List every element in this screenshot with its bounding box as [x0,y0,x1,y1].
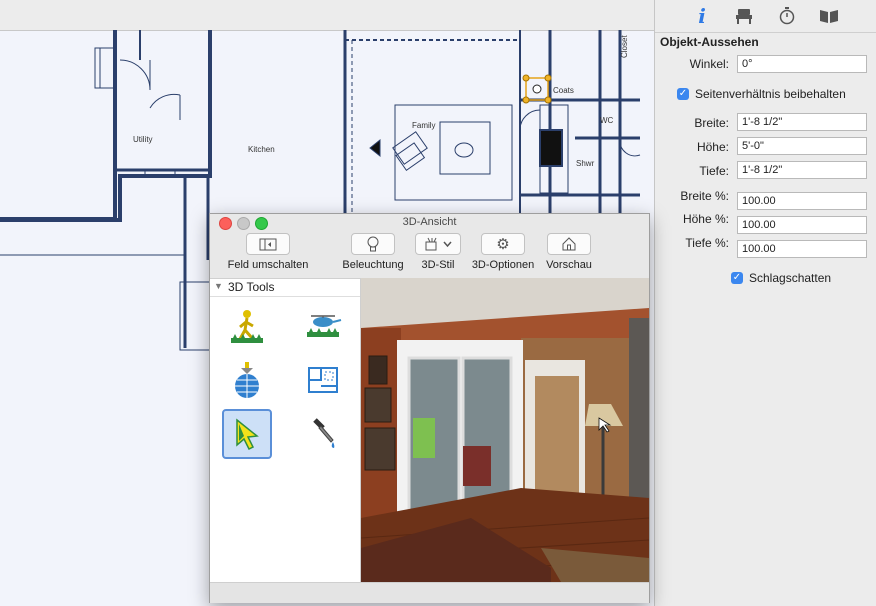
preview-button[interactable] [547,233,591,255]
height-percent-label: Höhe %: [682,212,729,226]
3d-options-button[interactable]: ⚙ [481,233,525,255]
disclosure-triangle-icon[interactable]: ▼ [214,281,223,291]
room-label-closet: Closet [620,35,629,58]
timer-icon[interactable] [776,6,798,26]
lighting-button[interactable] [351,233,395,255]
orbit-tool-icon[interactable] [222,355,272,405]
room-label-coats: Coats [553,86,574,95]
depth-percent-field[interactable]: 100.00 [737,240,867,258]
3d-room-render [361,278,649,582]
3d-tools-header[interactable]: ▼ 3D Tools [210,279,360,297]
window-status-bar [210,582,649,603]
3d-view-window: 3D-Ansicht Feld umschalten Beleuchtung 3… [209,213,650,603]
preview-label: Vorschau [546,259,592,271]
room-label-shwr: Shwr [576,159,595,168]
window-title: 3D-Ansicht [402,216,457,228]
room-label-utility: Utility [133,135,153,144]
section-title: Objekt-Aussehen [660,35,759,49]
info-icon[interactable]: i [691,4,713,28]
lighting-label: Beleuchtung [342,259,404,271]
width-field[interactable]: 1'-8 1/2" [737,113,867,131]
width-percent-label: Breite %: [680,189,729,203]
3d-style-button[interactable] [415,233,461,255]
room-label-wc: WC [600,116,614,125]
house-icon [562,237,576,251]
checkmark-icon: ✓ [677,88,689,100]
lightbulb-icon [367,236,379,252]
checkmark-icon: ✓ [731,272,743,284]
inspector-tabs: i [655,0,876,33]
depth-field[interactable]: 1'-8 1/2" [737,161,867,179]
width-percent-field[interactable]: 100.00 [737,192,867,210]
depth-percent-label: Tiefe %: [685,236,729,250]
depth-label: Tiefe: [699,164,729,178]
angle-field[interactable]: 0° [737,55,867,73]
select-tool-icon[interactable] [222,409,272,459]
eyedropper-tool-icon[interactable] [298,409,348,459]
floorplan-tool-icon[interactable] [298,355,348,405]
toggle-panel-label: Feld umschalten [227,259,309,271]
gear-icon: ⚙ [496,236,510,253]
keep-ratio-checkbox[interactable]: ✓ Seitenverhältnis beibehalten [677,87,846,101]
height-field[interactable]: 5'-0" [737,137,867,155]
sidebar-toggle-icon [259,238,277,250]
shadow-checkbox[interactable]: ✓ Schlagschatten [731,271,831,285]
inspector-panel: i Objekt-Aussehen Winkel: 0° ✓ Seitenver… [654,0,876,606]
paint-brush-icon [425,237,452,251]
3d-render-view[interactable] [361,278,649,582]
height-label: Höhe: [696,140,729,154]
shadow-label: Schlagschatten [749,271,832,285]
flyover-tool-icon[interactable] [298,301,348,351]
chair-icon[interactable] [733,6,755,26]
toggle-panel-button[interactable] [246,233,290,255]
room-label-kitchen: Kitchen [248,145,275,154]
walk-tool-icon[interactable] [222,301,272,351]
book-icon[interactable] [818,6,840,26]
width-label: Breite: [694,116,729,130]
angle-label: Winkel: [689,57,729,71]
keep-ratio-label: Seitenverhältnis beibehalten [695,87,846,101]
3d-tools-panel: ▼ 3D Tools [210,278,361,583]
3d-options-label: 3D-Optionen [471,259,535,271]
3d-style-label: 3D-Stil [421,259,455,271]
3d-tools-title: 3D Tools [228,280,275,294]
room-label-family: Family [412,121,436,130]
height-percent-field[interactable]: 100.00 [737,216,867,234]
